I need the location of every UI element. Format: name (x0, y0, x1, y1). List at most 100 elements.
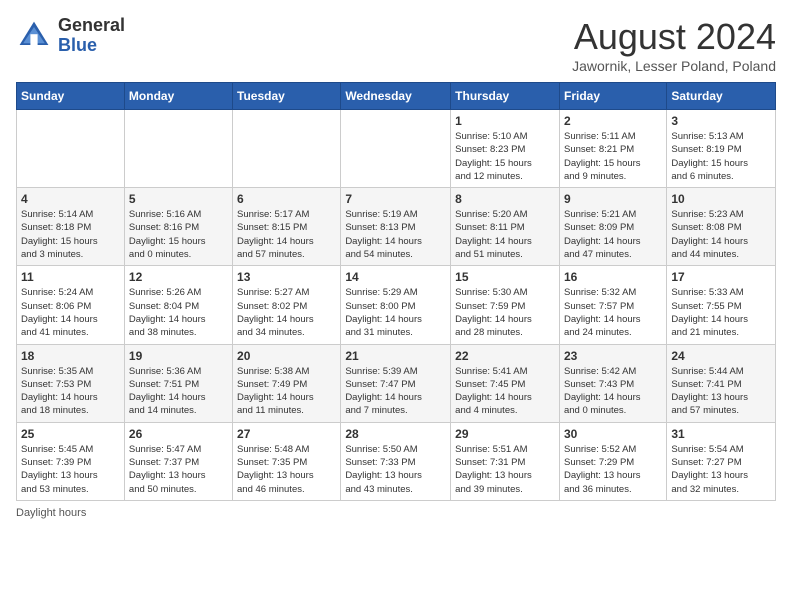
day-info: Sunrise: 5:11 AM Sunset: 8:21 PM Dayligh… (564, 130, 662, 183)
day-info: Sunrise: 5:21 AM Sunset: 8:09 PM Dayligh… (564, 208, 662, 261)
logo-blue: Blue (58, 36, 125, 56)
day-info: Sunrise: 5:33 AM Sunset: 7:55 PM Dayligh… (671, 286, 771, 339)
day-number: 25 (21, 427, 120, 441)
logo-general: General (58, 16, 125, 36)
day-info: Sunrise: 5:42 AM Sunset: 7:43 PM Dayligh… (564, 365, 662, 418)
calendar-cell: 8Sunrise: 5:20 AM Sunset: 8:11 PM Daylig… (451, 188, 560, 266)
day-number: 31 (671, 427, 771, 441)
calendar-cell: 24 Sunrise: 5:44 AM Sunset: 7:41 PM Dayli… (667, 344, 776, 422)
day-number: 13 (237, 270, 336, 284)
logo-icon (16, 18, 52, 54)
day-info: Sunrise: 5:47 AM Sunset: 7:37 PM Dayligh… (129, 443, 228, 496)
day-number: 15 (455, 270, 555, 284)
day-info: Sunrise: 5:50 AM Sunset: 7:33 PM Dayligh… (345, 443, 446, 496)
calendar-cell: 14 Sunrise: 5:29 AM Sunset: 8:00 PM Dayli… (341, 266, 451, 344)
day-info: Sunrise: 5:51 AM Sunset: 7:31 PM Dayligh… (455, 443, 555, 496)
day-info: Sunrise: 5:19 AM Sunset: 8:13 PM Dayligh… (345, 208, 446, 261)
day-info: Sunrise: 5:14 AM Sunset: 8:18 PM Dayligh… (21, 208, 120, 261)
day-number: 18 (21, 349, 120, 363)
calendar-table: SundayMondayTuesdayWednesdayThursdayFrid… (16, 82, 776, 501)
calendar-cell: 26Sunrise: 5:47 AM Sunset: 7:37 PM Dayli… (124, 422, 232, 500)
calendar-cell: 27 Sunrise: 5:48 AM Sunset: 7:35 PM Dayli… (233, 422, 341, 500)
day-info: Sunrise: 5:52 AM Sunset: 7:29 PM Dayligh… (564, 443, 662, 496)
day-number: 30 (564, 427, 662, 441)
calendar-cell: 7Sunrise: 5:19 AM Sunset: 8:13 PM Daylig… (341, 188, 451, 266)
day-number: 2 (564, 114, 662, 128)
day-number: 17 (671, 270, 771, 284)
footer-note: Daylight hours (16, 507, 776, 519)
calendar-header-row: SundayMondayTuesdayWednesdayThursdayFrid… (17, 83, 776, 110)
day-info: Sunrise: 5:23 AM Sunset: 8:08 PM Dayligh… (671, 208, 771, 261)
day-header-saturday: Saturday (667, 83, 776, 110)
day-number: 3 (671, 114, 771, 128)
day-info: Sunrise: 5:30 AM Sunset: 7:59 PM Dayligh… (455, 286, 555, 339)
calendar-cell: 21 Sunrise: 5:39 AM Sunset: 7:47 PM Dayli… (341, 344, 451, 422)
day-number: 9 (564, 192, 662, 206)
calendar-cell: 13 Sunrise: 5:27 AM Sunset: 8:02 PM Dayli… (233, 266, 341, 344)
calendar-cell: 18 Sunrise: 5:35 AM Sunset: 7:53 PM Dayli… (17, 344, 125, 422)
day-info: Sunrise: 5:10 AM Sunset: 8:23 PM Dayligh… (455, 130, 555, 183)
day-number: 22 (455, 349, 555, 363)
day-header-thursday: Thursday (451, 83, 560, 110)
calendar-cell: 22 Sunrise: 5:41 AM Sunset: 7:45 PM Dayli… (451, 344, 560, 422)
calendar-week-row: 4 Sunrise: 5:14 AM Sunset: 8:18 PM Daylig… (17, 188, 776, 266)
day-number: 21 (345, 349, 446, 363)
day-header-sunday: Sunday (17, 83, 125, 110)
calendar-week-row: 11Sunrise: 5:24 AM Sunset: 8:06 PM Dayli… (17, 266, 776, 344)
day-info: Sunrise: 5:48 AM Sunset: 7:35 PM Dayligh… (237, 443, 336, 496)
day-number: 29 (455, 427, 555, 441)
calendar-cell: 6Sunrise: 5:17 AM Sunset: 8:15 PM Daylig… (233, 188, 341, 266)
logo: General Blue (16, 16, 125, 56)
day-info: Sunrise: 5:24 AM Sunset: 8:06 PM Dayligh… (21, 286, 120, 339)
day-info: Sunrise: 5:39 AM Sunset: 7:47 PM Dayligh… (345, 365, 446, 418)
calendar-cell: 28 Sunrise: 5:50 AM Sunset: 7:33 PM Dayli… (341, 422, 451, 500)
calendar-cell (17, 110, 125, 188)
day-info: Sunrise: 5:29 AM Sunset: 8:00 PM Dayligh… (345, 286, 446, 339)
calendar-cell: 31 Sunrise: 5:54 AM Sunset: 7:27 PM Dayli… (667, 422, 776, 500)
calendar-cell: 2 Sunrise: 5:11 AM Sunset: 8:21 PM Daylig… (559, 110, 666, 188)
calendar-cell: 10 Sunrise: 5:23 AM Sunset: 8:08 PM Dayli… (667, 188, 776, 266)
header: General Blue August 2024 Jawornik, Lesse… (16, 16, 776, 74)
day-info: Sunrise: 5:45 AM Sunset: 7:39 PM Dayligh… (21, 443, 120, 496)
day-info: Sunrise: 5:36 AM Sunset: 7:51 PM Dayligh… (129, 365, 228, 418)
day-number: 27 (237, 427, 336, 441)
calendar-week-row: 25 Sunrise: 5:45 AM Sunset: 7:39 PM Dayli… (17, 422, 776, 500)
calendar-cell: 20Sunrise: 5:38 AM Sunset: 7:49 PM Dayli… (233, 344, 341, 422)
day-header-monday: Monday (124, 83, 232, 110)
day-info: Sunrise: 5:44 AM Sunset: 7:41 PM Dayligh… (671, 365, 771, 418)
day-info: Sunrise: 5:41 AM Sunset: 7:45 PM Dayligh… (455, 365, 555, 418)
calendar-cell: 25 Sunrise: 5:45 AM Sunset: 7:39 PM Dayli… (17, 422, 125, 500)
day-number: 16 (564, 270, 662, 284)
calendar-cell: 16 Sunrise: 5:32 AM Sunset: 7:57 PM Dayli… (559, 266, 666, 344)
calendar-cell: 29 Sunrise: 5:51 AM Sunset: 7:31 PM Dayli… (451, 422, 560, 500)
title-area: August 2024 Jawornik, Lesser Poland, Pol… (572, 16, 776, 74)
calendar-cell: 11Sunrise: 5:24 AM Sunset: 8:06 PM Dayli… (17, 266, 125, 344)
day-number: 14 (345, 270, 446, 284)
day-info: Sunrise: 5:20 AM Sunset: 8:11 PM Dayligh… (455, 208, 555, 261)
daylight-note: Daylight hours (16, 507, 86, 519)
calendar-cell: 23Sunrise: 5:42 AM Sunset: 7:43 PM Dayli… (559, 344, 666, 422)
calendar-cell: 9 Sunrise: 5:21 AM Sunset: 8:09 PM Daylig… (559, 188, 666, 266)
day-header-friday: Friday (559, 83, 666, 110)
calendar-cell (124, 110, 232, 188)
day-info: Sunrise: 5:32 AM Sunset: 7:57 PM Dayligh… (564, 286, 662, 339)
location-subtitle: Jawornik, Lesser Poland, Poland (572, 58, 776, 74)
day-header-tuesday: Tuesday (233, 83, 341, 110)
day-number: 1 (455, 114, 555, 128)
calendar-cell: 1 Sunrise: 5:10 AM Sunset: 8:23 PM Daylig… (451, 110, 560, 188)
day-info: Sunrise: 5:16 AM Sunset: 8:16 PM Dayligh… (129, 208, 228, 261)
day-number: 24 (671, 349, 771, 363)
month-title: August 2024 (572, 16, 776, 58)
day-number: 20 (237, 349, 336, 363)
day-info: Sunrise: 5:27 AM Sunset: 8:02 PM Dayligh… (237, 286, 336, 339)
day-info: Sunrise: 5:54 AM Sunset: 7:27 PM Dayligh… (671, 443, 771, 496)
day-info: Sunrise: 5:26 AM Sunset: 8:04 PM Dayligh… (129, 286, 228, 339)
day-number: 4 (21, 192, 120, 206)
day-header-wednesday: Wednesday (341, 83, 451, 110)
day-number: 28 (345, 427, 446, 441)
day-info: Sunrise: 5:35 AM Sunset: 7:53 PM Dayligh… (21, 365, 120, 418)
day-number: 6 (237, 192, 336, 206)
calendar-cell: 17 Sunrise: 5:33 AM Sunset: 7:55 PM Dayli… (667, 266, 776, 344)
day-number: 5 (129, 192, 228, 206)
day-number: 10 (671, 192, 771, 206)
